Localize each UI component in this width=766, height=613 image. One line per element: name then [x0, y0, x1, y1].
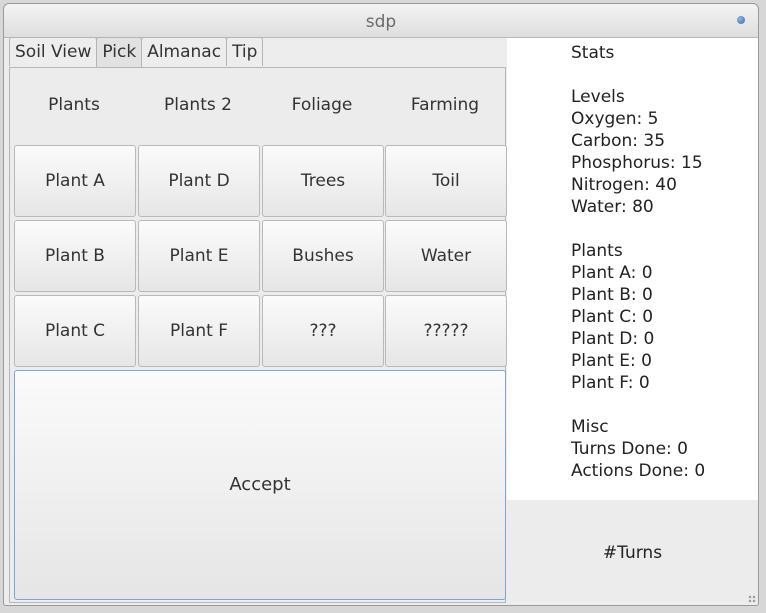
bushes-button[interactable]: Bushes — [262, 220, 384, 292]
actions-done: Actions Done: 0 — [571, 461, 706, 481]
title-bar[interactable]: sdp — [4, 4, 758, 38]
level-oxygen: Oxygen: 5 — [571, 109, 659, 129]
plant-e-button[interactable]: Plant E — [138, 220, 260, 292]
turns-label: #Turns — [602, 543, 663, 563]
plant-count-d: Plant D: 0 — [571, 329, 655, 349]
stats-panel: Stats Levels Oxygen: 5 Carbon: 35 Phosph… — [507, 38, 758, 500]
unknown-farming-button[interactable]: ????? — [385, 295, 507, 367]
plant-c-button[interactable]: Plant C — [14, 295, 136, 367]
pick-panel: Plants Plants 2 Foliage Farming Plant A … — [9, 67, 507, 603]
turns-done: Turns Done: 0 — [571, 439, 688, 459]
plant-count-a: Plant A: 0 — [571, 263, 653, 283]
level-nitrogen: Nitrogen: 40 — [571, 175, 677, 195]
plant-count-e: Plant E: 0 — [571, 351, 652, 371]
app-window: sdp Soil View Pick Almanac Tip Plants Pl… — [3, 3, 759, 606]
unknown-foliage-button[interactable]: ??? — [262, 295, 384, 367]
plant-b-button[interactable]: Plant B — [14, 220, 136, 292]
header-plants: Plants — [48, 95, 100, 115]
plant-count-f: Plant F: 0 — [571, 373, 650, 393]
tab-pick[interactable]: Pick — [96, 37, 143, 68]
tab-almanac[interactable]: Almanac — [141, 37, 228, 66]
levels-heading: Levels — [571, 87, 625, 107]
plant-a-button[interactable]: Plant A — [14, 145, 136, 217]
level-carbon: Carbon: 35 — [571, 131, 666, 151]
window-title: sdp — [365, 12, 397, 32]
stats-title: Stats — [571, 43, 615, 63]
trees-button[interactable]: Trees — [262, 145, 384, 217]
header-plants-2: Plants 2 — [164, 95, 232, 115]
header-foliage: Foliage — [291, 95, 353, 115]
accept-button[interactable]: Accept — [14, 370, 506, 600]
turns-panel: #Turns — [507, 500, 758, 603]
plant-count-b: Plant B: 0 — [571, 285, 653, 305]
plant-count-c: Plant C: 0 — [571, 307, 654, 327]
plant-d-button[interactable]: Plant D — [138, 145, 260, 217]
misc-heading: Misc — [571, 417, 609, 437]
plant-f-button[interactable]: Plant F — [138, 295, 260, 367]
level-water: Water: 80 — [571, 197, 654, 217]
window-close-icon[interactable] — [737, 16, 745, 24]
tab-tip[interactable]: Tip — [226, 37, 264, 66]
water-button[interactable]: Water — [385, 220, 507, 292]
plants-heading: Plants — [571, 241, 623, 261]
resize-grip-icon[interactable] — [748, 595, 756, 603]
stats-text: Stats Levels Oxygen: 5 Carbon: 35 Phosph… — [571, 42, 705, 482]
level-phosphorus: Phosphorus: 15 — [571, 153, 703, 173]
tab-bar: Soil View Pick Almanac Tip — [9, 37, 264, 68]
header-farming: Farming — [410, 95, 480, 115]
toil-button[interactable]: Toil — [385, 145, 507, 217]
tab-soil-view[interactable]: Soil View — [9, 37, 98, 66]
